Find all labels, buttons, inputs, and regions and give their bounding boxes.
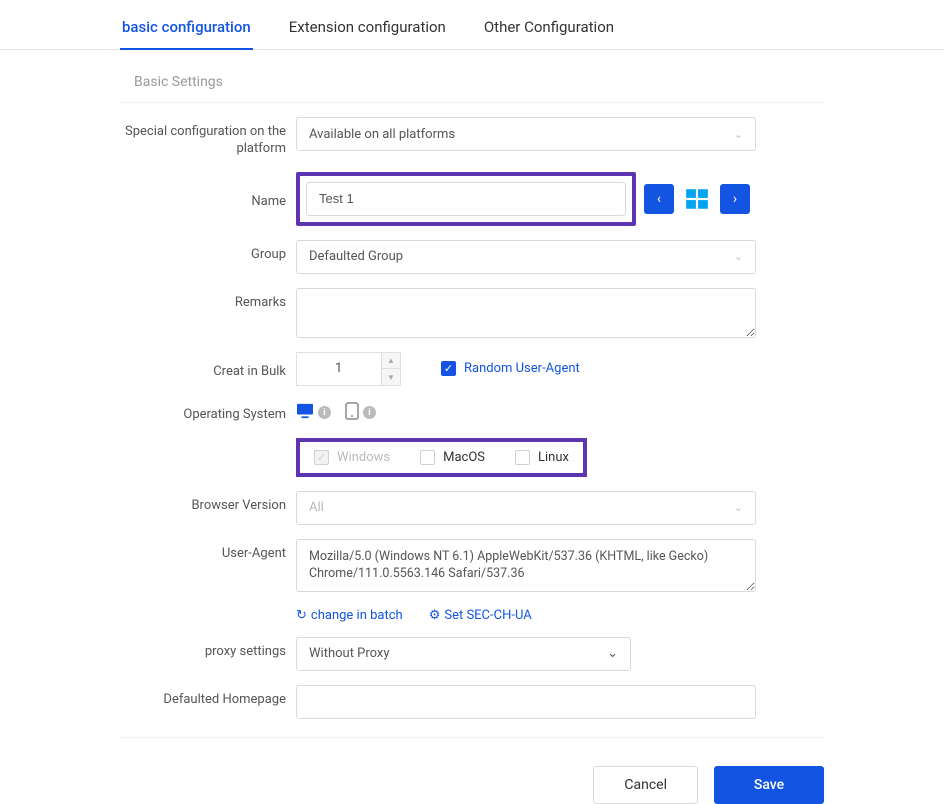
textarea-user-agent[interactable]: Mozilla/5.0 (Windows NT 6.1) AppleWebKit… [296,539,756,592]
link-set-sec-label: Set SEC-CH-UA [444,608,531,623]
select-platform-value: Available on all platforms [309,127,455,142]
select-browser-version-value: All [309,500,324,515]
label-browser-version: Browser Version [120,491,296,515]
highlight-os: ✓ Windows MacOS Linux [296,438,587,477]
footer-actions: Cancel Save [0,738,944,804]
input-homepage[interactable] [296,685,756,719]
label-special-config: Special configuration on the platform [120,117,296,158]
mobile-icon[interactable] [345,402,359,424]
link-set-sec-ch-ua[interactable]: ⚙ Set SEC-CH-UA [429,608,532,623]
checkbox-random-ua[interactable]: ✓ [441,361,456,376]
input-bulk-count[interactable]: 1 ▲ ▼ [296,352,401,386]
info-icon[interactable]: i [318,406,331,419]
select-proxy-value: Without Proxy [309,646,390,661]
textarea-remarks[interactable] [296,288,756,338]
next-button[interactable]: › [720,184,750,214]
label-proxy: proxy settings [120,637,296,661]
windows-logo-icon [682,184,712,214]
input-name[interactable] [306,182,626,216]
chevron-right-icon: › [733,191,737,207]
gear-icon: ⚙ [429,608,441,623]
chevron-down-icon: ⌄ [607,646,618,661]
checkbox-linux[interactable] [515,450,530,465]
link-change-batch-label: change in batch [311,608,403,623]
tab-other-configuration[interactable]: Other Configuration [482,10,616,49]
label-user-agent: User-Agent [120,539,296,563]
stepper-down[interactable]: ▼ [382,369,400,385]
os-windows-label: Windows [337,450,390,465]
tab-extension-configuration[interactable]: Extension configuration [287,10,448,49]
refresh-icon: ↻ [296,608,307,623]
os-linux-label: Linux [538,450,569,465]
tabs: basic configuration Extension configurat… [0,0,944,50]
prev-button[interactable]: ‹ [644,184,674,214]
label-bulk: Creat in Bulk [120,357,296,381]
tab-basic-configuration[interactable]: basic configuration [120,10,253,50]
label-name: Name [120,187,296,211]
select-group-value: Defaulted Group [309,249,403,264]
label-remarks: Remarks [120,288,296,312]
info-icon[interactable]: i [363,406,376,419]
chevron-down-icon: ⌄ [734,501,743,514]
select-platform[interactable]: Available on all platforms ⌄ [296,117,756,151]
highlight-name [296,172,636,226]
section-title-basic-settings: Basic Settings [120,70,824,103]
bulk-count-value: 1 [335,361,342,376]
stepper-up[interactable]: ▲ [382,353,400,370]
select-proxy[interactable]: Without Proxy ⌄ [296,637,631,671]
checkbox-macos[interactable] [420,450,435,465]
save-button[interactable]: Save [714,766,824,804]
label-homepage: Defaulted Homepage [120,685,296,709]
checkbox-windows: ✓ [314,450,329,465]
chevron-down-icon: ⌄ [734,250,743,263]
select-group[interactable]: Defaulted Group ⌄ [296,240,756,274]
cancel-button[interactable]: Cancel [593,766,698,804]
link-change-in-batch[interactable]: ↻ change in batch [296,608,403,623]
label-os: Operating System [120,400,296,424]
desktop-icon[interactable] [296,403,314,423]
select-browser-version[interactable]: All ⌄ [296,491,756,525]
label-group: Group [120,240,296,264]
os-macos-label: MacOS [443,450,485,465]
chevron-down-icon: ⌄ [734,128,743,141]
label-random-ua: Random User-Agent [464,361,580,376]
chevron-left-icon: ‹ [657,191,661,207]
